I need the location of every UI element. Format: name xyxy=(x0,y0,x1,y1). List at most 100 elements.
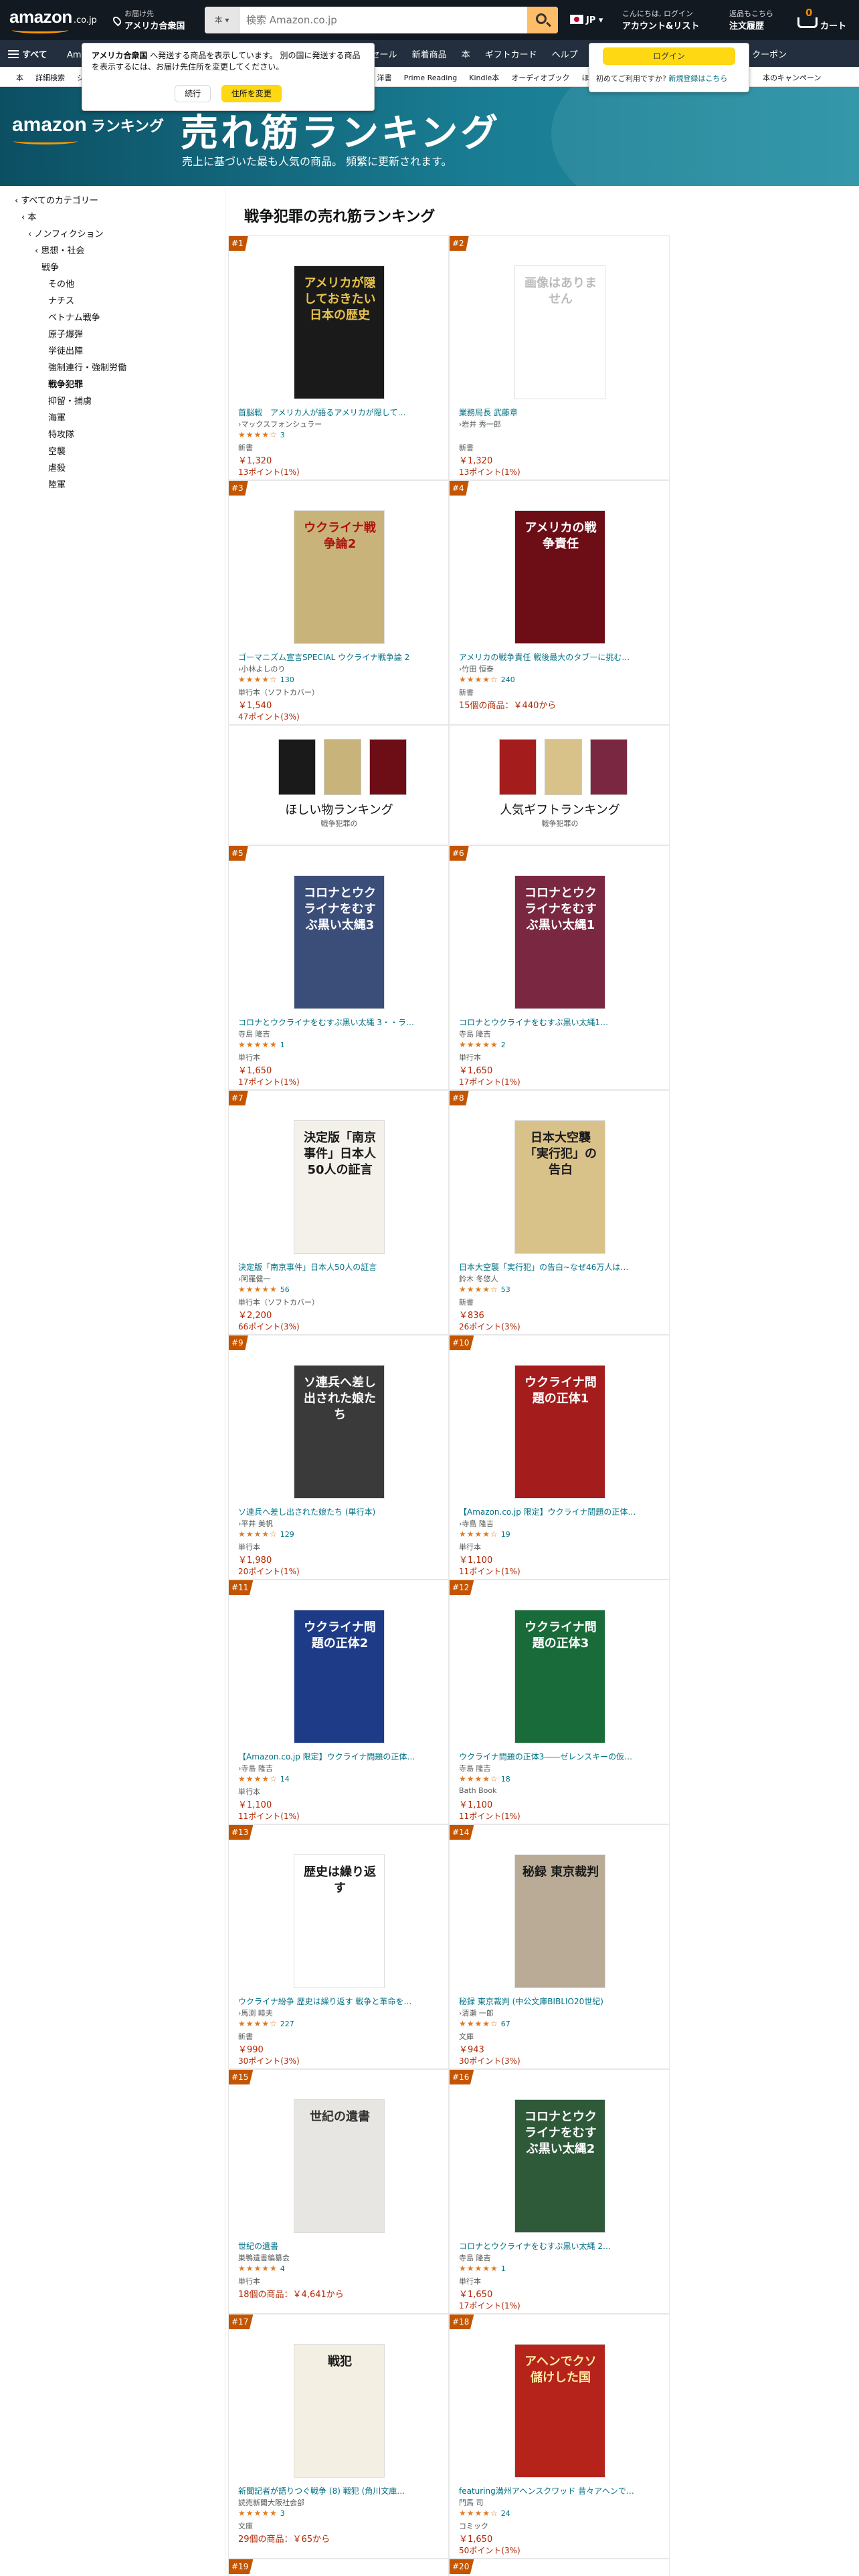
change-address-button[interactable]: 住所を変更 xyxy=(221,85,282,102)
product-image[interactable]: アメリカの戦争責任 xyxy=(514,510,605,644)
sidebar-item[interactable]: ‹ ノンフィクション xyxy=(15,226,126,243)
product-author[interactable]: 寺島 隆吉 xyxy=(238,1029,439,1039)
promo-title[interactable]: ほしい物ランキング xyxy=(229,800,450,818)
product-author[interactable]: ›寺島 隆吉 xyxy=(238,1763,439,1774)
product-price[interactable]: ￥836 xyxy=(459,1308,484,1321)
product-author[interactable]: 鈴木 冬悠人 xyxy=(459,1273,660,1284)
star-rating[interactable]: ★★★★☆ 24 xyxy=(459,2508,510,2518)
review-count[interactable]: 24 xyxy=(501,2509,510,2518)
product-author[interactable]: 巣鴨遺書編纂会 xyxy=(238,2252,439,2263)
sidebar-item[interactable]: 虐殺 xyxy=(15,460,126,477)
product-title-link[interactable]: 世紀の遺書 xyxy=(238,2240,439,2252)
product-author[interactable]: 寺島 隆吉 xyxy=(459,1029,660,1039)
product-author[interactable]: ›マックスフォンシュラー xyxy=(238,419,439,429)
sidebar-item[interactable]: 空襲 xyxy=(15,443,126,460)
product-card[interactable]: #17 戦犯 新聞記者が語りつぐ戦争 (8) 戦犯 (角川文庫… 読売新聞大阪社会部 ★… xyxy=(228,2314,449,2559)
product-title-link[interactable]: ウクライナ問題の正体3――ゼレンスキーの仮… xyxy=(459,1751,660,1762)
product-image[interactable]: 秘録 東京裁判 xyxy=(514,1854,605,1988)
product-image[interactable]: コロナとウクライナをむすぶ黒い太縄2 xyxy=(514,2099,605,2233)
product-author[interactable]: 読売新聞大阪社会部 xyxy=(238,2497,439,2508)
product-title-link[interactable]: 秘録 東京裁判 (中公文庫BIBLIO20世紀) xyxy=(459,1996,660,2007)
product-card[interactable]: #10 ウクライナ問題の正体1 【Amazon.co.jp 限定】ウクライナ問題の正… xyxy=(449,1335,670,1580)
product-author[interactable]: ›清瀬 一郎 xyxy=(459,2008,660,2018)
sidebar-item[interactable]: その他 xyxy=(15,276,126,293)
secondary-nav-link[interactable]: 新着商品 xyxy=(412,50,447,60)
star-rating[interactable]: ★★★★★ 56 xyxy=(238,1285,290,1294)
product-price[interactable]: ￥1,320 xyxy=(238,453,272,466)
sidebar-item[interactable]: ‹ 本 xyxy=(15,209,126,226)
review-count[interactable]: 130 xyxy=(280,675,294,684)
product-card[interactable]: #18 アヘンでクソ儲けした国 featuring満州アヘンスクワッド 昔々アヘンで… xyxy=(449,2314,670,2559)
star-rating[interactable]: ★★★★☆ 18 xyxy=(459,1774,510,1784)
category-nav-item[interactable]: 洋書 xyxy=(377,74,392,82)
sidebar-item[interactable]: 抑留・捕虜 xyxy=(15,393,126,410)
review-count[interactable]: 3 xyxy=(280,431,285,439)
product-price[interactable]: ￥1,650 xyxy=(459,1063,492,1076)
product-card[interactable]: #19 xyxy=(228,2559,449,2576)
continue-button[interactable]: 続行 xyxy=(175,85,211,102)
search-button[interactable] xyxy=(527,7,558,33)
product-price[interactable]: ￥1,100 xyxy=(238,1798,272,1810)
product-title-link[interactable]: アメリカの戦争責任 戦後最大のタブーに挑む… xyxy=(459,651,660,663)
review-count[interactable]: 67 xyxy=(501,2020,510,2028)
sidebar-item[interactable]: ‹ すべてのカテゴリー xyxy=(15,193,126,209)
sidebar-item[interactable]: 特攻隊 xyxy=(15,427,126,443)
star-rating[interactable]: ★★★★☆ 67 xyxy=(459,2019,510,2028)
product-card[interactable]: #8 日本大空襲「実行犯」の告白 日本大空襲「実行犯」の告白~なぜ46万人は… 鈴木 … xyxy=(449,1090,670,1335)
category-nav-item[interactable]: オーディオブック xyxy=(511,74,569,82)
language-selector[interactable]: JP ▾ xyxy=(570,15,610,28)
review-count[interactable]: 4 xyxy=(280,2264,285,2273)
product-price[interactable]: ￥1,650 xyxy=(238,1063,272,1076)
review-count[interactable]: 53 xyxy=(501,1285,510,1294)
category-nav-item[interactable]: 本 xyxy=(16,74,23,82)
star-rating[interactable]: ★★★★☆ 14 xyxy=(238,1774,290,1784)
product-title-link[interactable]: コロナとウクライナをむすぶ黒い太縄 3・・ラ… xyxy=(238,1016,439,1028)
product-image[interactable]: ウクライナ問題の正体3 xyxy=(514,1610,605,1743)
product-image[interactable]: アヘンでクソ儲けした国 xyxy=(514,2344,605,2478)
star-rating[interactable]: ★★★★☆ 227 xyxy=(238,2019,294,2028)
product-price[interactable]: ￥1,100 xyxy=(459,1798,492,1810)
product-price[interactable]: ￥2,200 xyxy=(238,1308,272,1321)
product-author[interactable]: ›馬渕 睦夫 xyxy=(238,2008,439,2018)
product-price[interactable]: ￥943 xyxy=(459,2042,484,2055)
amazon-logo[interactable]: amazon .co.jp xyxy=(9,7,103,33)
product-price[interactable]: 15個の商品：￥440から xyxy=(459,698,556,711)
product-title-link[interactable]: 新聞記者が語りつぐ戦争 (8) 戦犯 (角川文庫… xyxy=(238,2485,439,2496)
sidebar-item[interactable]: 学徒出陣 xyxy=(15,343,126,360)
product-card[interactable]: #15 世紀の遺書 世紀の遺書 巣鴨遺書編纂会 ★★★★★ 4 単行本 18個の商品：￥4,6… xyxy=(228,2069,449,2314)
sidebar-item[interactable]: 戦争 xyxy=(15,259,126,276)
product-price[interactable]: 18個の商品：￥4,641から xyxy=(238,2287,344,2300)
star-rating[interactable]: ★★★★★ 1 xyxy=(238,1040,285,1049)
account-menu[interactable]: こんにちは, ログイン アカウント&リスト xyxy=(622,8,723,32)
product-image[interactable]: 決定版「南京事件」日本人50人の証言 xyxy=(294,1120,385,1254)
promo-title[interactable]: 人気ギフトランキング xyxy=(450,800,670,818)
star-rating[interactable]: ★★★★★ 1 xyxy=(459,2264,506,2273)
product-price[interactable]: 29個の商品：￥65から xyxy=(238,2532,330,2545)
product-author[interactable]: ›平井 美帆 xyxy=(238,1518,439,1529)
product-image[interactable]: ウクライナ問題の正体1 xyxy=(514,1365,605,1499)
review-count[interactable]: 1 xyxy=(280,1041,285,1049)
review-count[interactable]: 14 xyxy=(280,1775,290,1784)
product-author[interactable]: 門馬 司 xyxy=(459,2497,660,2508)
product-price[interactable]: ￥1,980 xyxy=(238,1553,272,1566)
product-title-link[interactable]: 【Amazon.co.jp 限定】ウクライナ問題の正体… xyxy=(459,1506,660,1517)
product-price[interactable]: ￥1,650 xyxy=(459,2287,492,2300)
product-title-link[interactable]: 業務局長 武藤章 xyxy=(459,407,660,418)
review-count[interactable]: 129 xyxy=(280,1530,294,1539)
secondary-nav-link[interactable]: 本 xyxy=(462,50,470,60)
product-card[interactable]: #13 歴史は繰り返す ウクライナ紛争 歴史は繰り返す 戦争と革命を… ›馬渕 睦夫 ★… xyxy=(228,1824,449,2069)
product-image[interactable]: 戦犯 xyxy=(294,2344,385,2478)
product-card[interactable]: #16 コロナとウクライナをむすぶ黒い太縄2 コロナとウクライナをむすぶ黒い太縄 2… xyxy=(449,2069,670,2314)
product-price[interactable]: ￥990 xyxy=(238,2042,264,2055)
product-author[interactable]: 寺島 隆吉 xyxy=(459,1763,660,1774)
secondary-nav-link[interactable]: クーポン xyxy=(752,50,787,60)
star-rating[interactable]: ★★★★☆ 19 xyxy=(459,1529,510,1539)
star-rating[interactable]: ★★★★☆ 240 xyxy=(459,675,515,684)
product-title-link[interactable]: 決定版「南京事件」日本人50人の証言 xyxy=(238,1261,439,1273)
sidebar-item[interactable]: ‹ 思想・社会 xyxy=(15,243,126,259)
sidebar-item[interactable]: 原子爆弾 xyxy=(15,326,126,343)
secondary-nav-link[interactable]: ヘルプ xyxy=(552,50,578,60)
product-card[interactable]: #20 xyxy=(449,2559,670,2576)
star-rating[interactable]: ★★★★☆ 53 xyxy=(459,1285,510,1294)
sidebar-item[interactable]: 陸軍 xyxy=(15,477,126,494)
